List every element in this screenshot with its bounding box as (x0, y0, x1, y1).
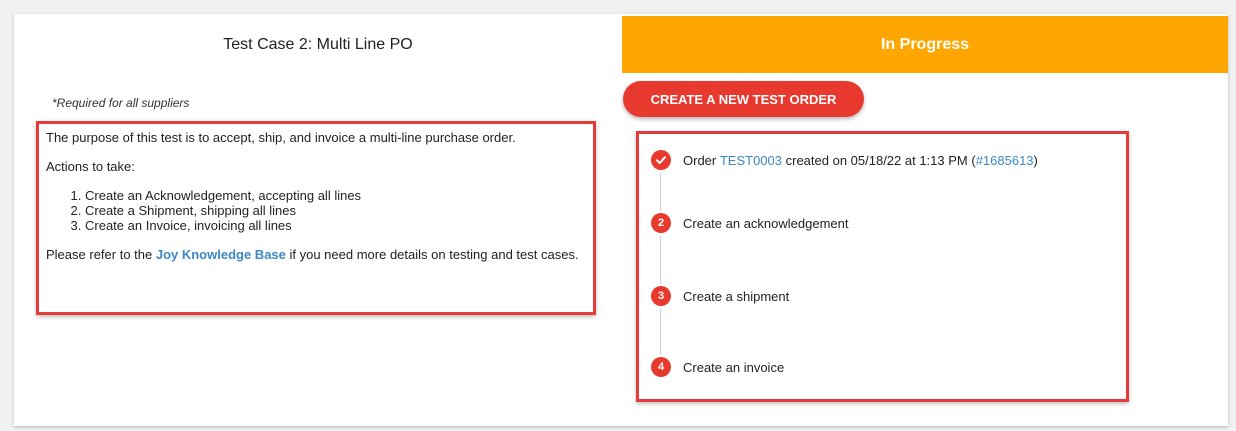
step-number-badge: 4 (651, 357, 671, 377)
action-item: Create a Shipment, shipping all lines (85, 203, 593, 218)
create-test-order-button[interactable]: CREATE A NEW TEST ORDER (623, 81, 864, 117)
step-number-badge: 2 (651, 213, 671, 233)
step-acknowledgement: 2 Create an acknowledgement (651, 212, 849, 234)
refer-prefix: Please refer to the (46, 247, 156, 262)
step-label: Create an acknowledgement (683, 215, 849, 231)
step-label: Create a shipment (683, 288, 790, 304)
purpose-text: The purpose of this test is to accept, s… (46, 130, 516, 145)
required-note: *Required for all suppliers (52, 96, 190, 110)
po-number-link[interactable]: #1685613 (976, 153, 1034, 168)
checkmark-icon (651, 150, 671, 170)
refer-suffix: if you need more details on testing and … (285, 247, 579, 262)
step-order-created: Order TEST0003 created on 05/18/22 at 1:… (651, 149, 1038, 171)
step-connector (660, 236, 661, 284)
status-banner: In Progress (622, 16, 1228, 73)
step-order-middle: created on 05/18/22 at 1:13 PM ( (782, 152, 976, 168)
refer-text: Please refer to the Joy Knowledge Base i… (46, 247, 593, 262)
step-connector (660, 309, 661, 355)
step-order-suffix: ) (1033, 152, 1038, 168)
test-description-box: The purpose of this test is to accept, s… (36, 121, 596, 315)
actions-list: Create an Acknowledgement, accepting all… (46, 188, 593, 233)
order-link[interactable]: TEST0003 (720, 153, 782, 168)
step-number-badge: 3 (651, 286, 671, 306)
steps-box: Order TEST0003 created on 05/18/22 at 1:… (636, 131, 1129, 402)
knowledge-base-link[interactable]: Joy Knowledge Base (156, 247, 286, 262)
step-label: Create an invoice (683, 359, 785, 375)
action-item: Create an Invoice, invoicing all lines (85, 218, 593, 233)
action-item: Create an Acknowledgement, accepting all… (85, 188, 593, 203)
step-order-prefix: Order (683, 152, 720, 168)
test-case-title: Test Case 2: Multi Line PO (223, 36, 413, 53)
step-shipment: 3 Create a shipment (651, 285, 789, 307)
status-label: In Progress (880, 35, 970, 53)
step-invoice: 4 Create an invoice (651, 356, 784, 378)
step-connector (660, 173, 661, 211)
actions-heading: Actions to take: (46, 159, 135, 174)
